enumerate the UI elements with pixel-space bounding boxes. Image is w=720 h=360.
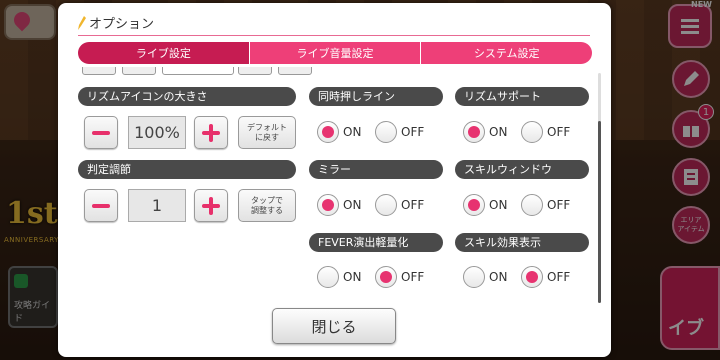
on-label: ON [489, 270, 508, 284]
judgement-tap-adjust-button[interactable]: タップで 調整する [238, 189, 296, 222]
rhythm-support-off-radio[interactable]: OFF [521, 121, 570, 143]
rhythm-support-label: リズムサポート [455, 87, 589, 106]
radio-dot [375, 194, 397, 216]
radio-dot [463, 266, 485, 288]
icon-size-label: リズムアイコンの大きさ [78, 87, 296, 106]
dialog-title-text: オプション [89, 17, 155, 32]
judgement-value: 1 [128, 189, 186, 222]
icon-size-reset-button[interactable]: デフォルト に戻す [238, 116, 296, 149]
on-label: ON [343, 270, 362, 284]
simultaneous-line-on-radio[interactable]: ON [317, 121, 361, 143]
minus-icon [92, 130, 110, 135]
radio-dot [521, 121, 543, 143]
radio-dot [375, 121, 397, 143]
off-label: OFF [401, 198, 425, 212]
radio-dot [463, 194, 485, 216]
judgement-decrease-button[interactable] [84, 189, 118, 222]
close-button[interactable]: 閉じる [272, 308, 396, 344]
minus-icon [92, 203, 110, 208]
mirror-on-radio[interactable]: ON [317, 194, 361, 216]
skill-effect-display-on-radio[interactable]: ON [463, 266, 507, 288]
peek-button [278, 67, 312, 75]
skill-window-label: スキルウィンドウ [455, 160, 589, 179]
off-label: OFF [547, 125, 571, 139]
skill-window-off-radio[interactable]: OFF [521, 194, 570, 216]
on-label: ON [343, 198, 362, 212]
on-label: ON [489, 198, 508, 212]
plus-icon-vertical [209, 123, 213, 142]
icon-size-decrease-button[interactable] [84, 116, 118, 149]
tab-live-volume[interactable]: ライブ音量設定 [249, 42, 422, 64]
judgement-label: 判定調節 [78, 160, 296, 179]
radio-dot [317, 121, 339, 143]
radio-dot [317, 266, 339, 288]
off-label: OFF [401, 125, 425, 139]
title-divider [78, 35, 590, 36]
fever-lightweight-off-radio[interactable]: OFF [375, 266, 424, 288]
mirror-label: ミラー [309, 160, 443, 179]
radio-dot [463, 121, 485, 143]
off-label: OFF [547, 198, 571, 212]
plus-icon-vertical [209, 196, 213, 215]
on-label: ON [489, 125, 508, 139]
dialog-title: オプション [76, 13, 154, 32]
tab-bar: ライブ設定 ライブ音量設定 システム設定 [78, 42, 593, 64]
simultaneous-line-label: 同時押しライン [309, 87, 443, 106]
rhythm-support-on-radio[interactable]: ON [463, 121, 507, 143]
radio-dot [375, 266, 397, 288]
off-label: OFF [547, 270, 571, 284]
skill-effect-display-off-radio[interactable]: OFF [521, 266, 570, 288]
icon-size-value: 100% [128, 116, 186, 149]
simultaneous-line-off-radio[interactable]: OFF [375, 121, 424, 143]
radio-dot [317, 194, 339, 216]
scrollbar-thumb[interactable] [598, 121, 601, 303]
peek-button [238, 67, 272, 75]
skill-effect-display-label: スキル効果表示 [455, 233, 589, 252]
fever-lightweight-label: FEVER演出軽量化 [309, 233, 443, 252]
peek-valbox [162, 67, 234, 75]
radio-dot [521, 266, 543, 288]
tab-live-settings[interactable]: ライブ設定 [78, 42, 250, 64]
judgement-increase-button[interactable] [194, 189, 228, 222]
radio-dot [521, 194, 543, 216]
peek-button [122, 67, 156, 75]
mirror-off-radio[interactable]: OFF [375, 194, 424, 216]
settings-scrollbar[interactable] [598, 73, 601, 303]
skill-window-on-radio[interactable]: ON [463, 194, 507, 216]
icon-size-increase-button[interactable] [194, 116, 228, 149]
peek-button [82, 67, 116, 75]
on-label: ON [343, 125, 362, 139]
off-label: OFF [401, 270, 425, 284]
tab-system-settings[interactable]: システム設定 [421, 42, 593, 64]
options-dialog: オプション ライブ設定 ライブ音量設定 システム設定 リズムアイコンの大きさ 1… [58, 3, 611, 357]
feather-icon [78, 15, 86, 30]
fever-lightweight-on-radio[interactable]: ON [317, 266, 361, 288]
settings-scroll-area[interactable]: リズムアイコンの大きさ 100% デフォルト に戻す 判定調節 1 タップで 調… [78, 67, 592, 303]
